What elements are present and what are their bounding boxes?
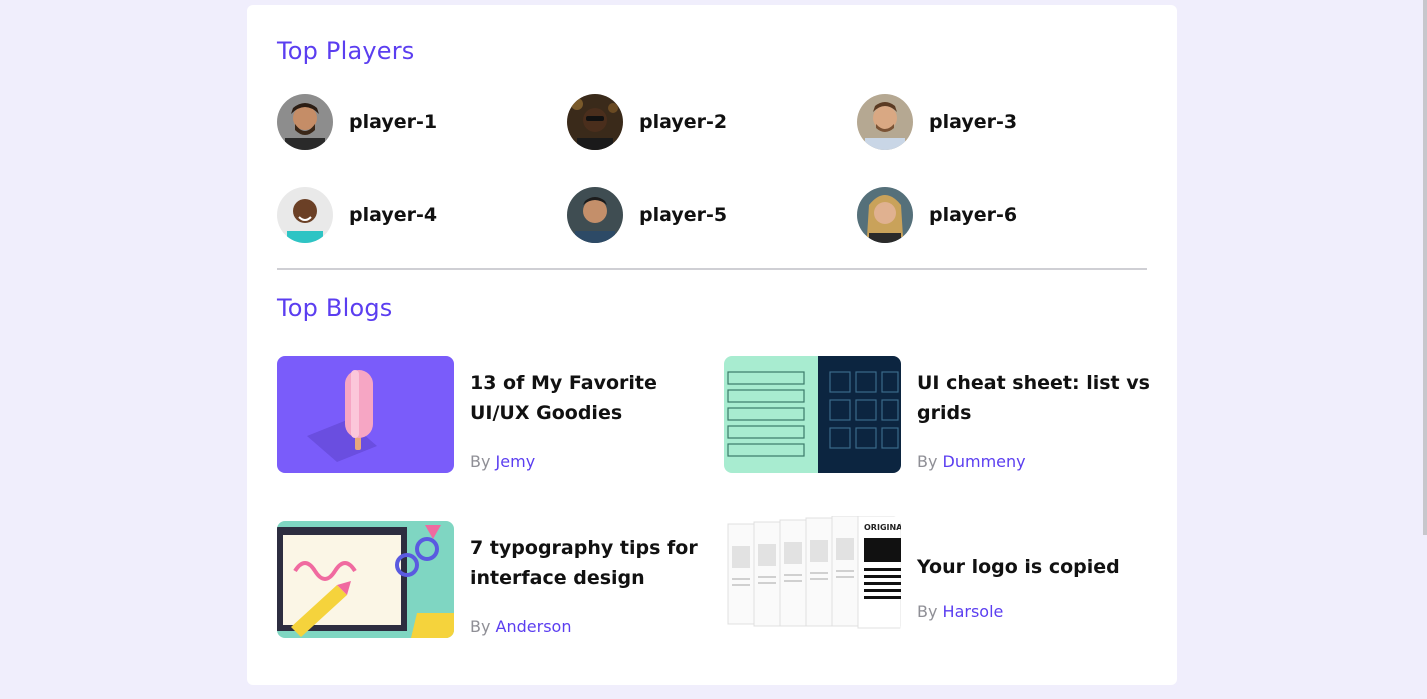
- player-name: player-4: [349, 204, 438, 226]
- player-card[interactable]: player-5: [567, 187, 727, 243]
- blog-title[interactable]: 7 typography tips for interface design: [470, 533, 710, 593]
- avatar: [567, 94, 623, 150]
- player-name: player-3: [929, 111, 1018, 133]
- author-link[interactable]: Jemy: [496, 452, 536, 471]
- page-scrollbar[interactable]: [1423, 0, 1427, 535]
- byline-prefix: By: [917, 602, 938, 621]
- blog-byline: By Anderson: [470, 617, 571, 636]
- avatar: [567, 187, 623, 243]
- player-card[interactable]: player-3: [857, 94, 1017, 150]
- section-divider: [277, 268, 1147, 270]
- blog-card[interactable]: 13 of My Favorite UI/UX Goodies By Jemy: [277, 356, 707, 474]
- blog-card[interactable]: UI cheat sheet: list vs grids By Dummeny: [724, 356, 1154, 474]
- author-link[interactable]: Dummeny: [943, 452, 1026, 471]
- player-name: player-1: [349, 111, 438, 133]
- blog-byline: By Jemy: [470, 452, 535, 471]
- content-card: Top Players player-1 player-2 player-3 p…: [247, 5, 1177, 685]
- author-link[interactable]: Harsole: [943, 602, 1004, 621]
- blog-thumbnail[interactable]: [277, 521, 454, 638]
- top-players-heading: Top Players: [277, 37, 415, 65]
- top-blogs-heading: Top Blogs: [277, 294, 393, 322]
- blog-card[interactable]: ORIGINA Your logo is copied By Harsole: [724, 506, 1157, 633]
- blog-thumbnail[interactable]: ORIGINA: [724, 516, 901, 633]
- author-link[interactable]: Anderson: [496, 617, 572, 636]
- avatar: [277, 94, 333, 150]
- player-card[interactable]: player-6: [857, 187, 1017, 243]
- blog-title[interactable]: 13 of My Favorite UI/UX Goodies: [470, 368, 710, 428]
- player-name: player-6: [929, 204, 1018, 226]
- blog-title[interactable]: UI cheat sheet: list vs grids: [917, 368, 1157, 428]
- byline-prefix: By: [470, 617, 491, 636]
- player-card[interactable]: player-4: [277, 187, 437, 243]
- player-name: player-2: [639, 111, 728, 133]
- logo-card-text: ORIGINA: [864, 523, 901, 532]
- avatar: [857, 94, 913, 150]
- blog-byline: By Dummeny: [917, 452, 1026, 471]
- avatar: [277, 187, 333, 243]
- blog-thumbnail[interactable]: [277, 356, 454, 473]
- byline-prefix: By: [470, 452, 491, 471]
- byline-prefix: By: [917, 452, 938, 471]
- blog-byline: By Harsole: [917, 602, 1003, 621]
- avatar: [857, 187, 913, 243]
- blog-thumbnail[interactable]: [724, 356, 901, 473]
- blog-title[interactable]: Your logo is copied: [917, 552, 1157, 582]
- player-card[interactable]: player-1: [277, 94, 437, 150]
- player-name: player-5: [639, 204, 728, 226]
- blog-card[interactable]: 7 typography tips for interface design B…: [277, 521, 707, 639]
- player-card[interactable]: player-2: [567, 94, 727, 150]
